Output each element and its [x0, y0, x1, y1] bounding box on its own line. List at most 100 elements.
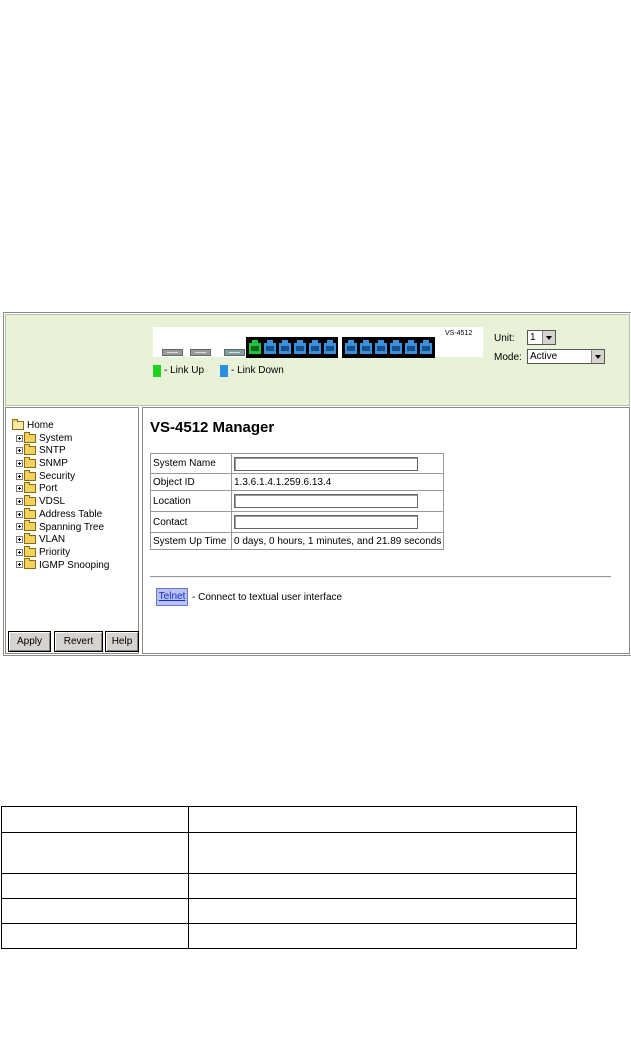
table-cell — [188, 873, 577, 899]
nav-home-label: Home — [27, 420, 54, 431]
expand-icon[interactable] — [16, 523, 23, 531]
system-up-time-label: System Up Time — [150, 532, 232, 550]
switch-front-panel: VS-4512 — [153, 327, 483, 358]
location-label: Location — [150, 490, 232, 512]
link-down-swatch — [220, 365, 228, 377]
table-cell — [188, 898, 577, 924]
location-field[interactable] — [234, 494, 418, 508]
table-row: Location — [150, 490, 445, 512]
expand-icon[interactable] — [16, 485, 23, 493]
table-row: System Up Time 0 days, 0 hours, 1 minute… — [150, 532, 445, 550]
table-cell — [1, 806, 189, 833]
nav-item-label: Security — [39, 470, 76, 482]
port-icon[interactable] — [375, 340, 387, 354]
mode-label: Mode: — [494, 352, 522, 363]
port-icon[interactable] — [345, 340, 357, 354]
legend-link-down: - Link Down — [220, 365, 284, 377]
object-id-value: 1.3.6.1.4.1.259.6.13.4 — [230, 473, 445, 491]
nav-item-label: System — [39, 432, 73, 444]
table-cell — [188, 832, 577, 874]
switch-banner: VS-4512 - Link Up - Link Down Unit: 1 Mo… — [5, 314, 630, 406]
expand-icon[interactable] — [16, 497, 23, 505]
nav-item-label: SNTP — [39, 445, 66, 457]
empty-document-table — [1, 806, 577, 949]
unit-label: Unit: — [494, 333, 515, 344]
apply-button[interactable]: Apply — [8, 631, 51, 652]
telnet-button[interactable]: Telnet — [156, 588, 188, 606]
nav-item-label: Priority — [39, 546, 71, 558]
location-cell — [230, 490, 445, 512]
unit-select[interactable]: 1 — [527, 330, 556, 345]
nav-item-igmp-snooping[interactable]: IGMP Snooping — [12, 558, 110, 573]
nav-item-label: VDSL — [39, 496, 66, 508]
expand-icon[interactable] — [16, 548, 23, 556]
help-button[interactable]: Help — [105, 631, 139, 652]
port-icon[interactable] — [405, 340, 417, 354]
port-icon[interactable] — [360, 340, 372, 354]
port-icon[interactable] — [294, 340, 306, 354]
port-icon[interactable] — [309, 340, 321, 354]
port-icon[interactable] — [264, 340, 276, 354]
folder-icon — [24, 469, 36, 481]
system-name-field[interactable] — [234, 456, 418, 471]
system-name-cell — [230, 453, 445, 474]
legend-link-up: - Link Up — [153, 365, 204, 377]
port-icon[interactable] — [249, 340, 261, 354]
expand-icon[interactable] — [16, 447, 23, 455]
system-name-label: System Name — [150, 453, 232, 474]
expand-icon[interactable] — [16, 434, 23, 442]
expand-icon[interactable] — [16, 459, 23, 467]
folder-icon — [24, 444, 36, 456]
port-icon[interactable] — [420, 340, 432, 354]
table-cell — [188, 923, 577, 949]
chevron-down-icon[interactable] — [591, 350, 604, 363]
table-cell — [1, 898, 189, 924]
legend-link-down-label: - Link Down — [231, 365, 284, 376]
nav-item-label: Port — [39, 483, 58, 495]
table-cell — [1, 873, 189, 899]
web-management-frame: VS-4512 - Link Up - Link Down Unit: 1 Mo… — [3, 312, 631, 656]
expand-icon[interactable] — [16, 561, 23, 569]
system-up-time-value: 0 days, 0 hours, 1 minutes, and 21.89 se… — [230, 532, 445, 550]
contact-field[interactable] — [234, 515, 418, 529]
expand-icon[interactable] — [16, 536, 23, 544]
mode-select[interactable]: Active — [527, 349, 605, 364]
table-row — [1, 898, 577, 924]
table-row — [1, 806, 577, 833]
folder-icon — [24, 545, 36, 557]
port-group-1 — [246, 337, 338, 358]
expand-icon[interactable] — [16, 472, 23, 480]
port-group-2 — [342, 337, 435, 358]
port-icon[interactable] — [324, 340, 336, 354]
nav-item-label: SNMP — [39, 458, 68, 470]
table-row — [1, 832, 577, 874]
port-icon[interactable] — [279, 340, 291, 354]
mode-value: Active — [530, 351, 558, 362]
nav-item-label: IGMP Snooping — [39, 559, 110, 571]
navigation-tree: Home System SNTP SNMP Security Port VDSL… — [5, 407, 139, 654]
folder-icon — [24, 558, 36, 570]
table-cell — [1, 923, 189, 949]
table-row: Contact — [150, 511, 445, 533]
sfp-port[interactable] — [190, 349, 211, 356]
folder-icon — [24, 494, 36, 506]
port-icon[interactable] — [390, 340, 402, 354]
sfp-port[interactable] — [162, 349, 183, 356]
chevron-down-icon[interactable] — [542, 331, 555, 344]
folder-icon — [24, 533, 36, 545]
object-id-label: Object ID — [150, 473, 232, 491]
folder-open-icon — [12, 418, 24, 430]
sfp-port[interactable] — [224, 349, 245, 356]
table-cell — [1, 832, 189, 874]
revert-button[interactable]: Revert — [54, 631, 103, 652]
expand-icon[interactable] — [16, 510, 23, 518]
table-row — [1, 873, 577, 899]
nav-item-label: Spanning Tree — [39, 521, 105, 533]
divider — [150, 576, 611, 578]
nav-item-label: VLAN — [39, 534, 66, 546]
telnet-description: - Connect to textual user interface — [192, 592, 343, 603]
legend-link-up-label: - Link Up — [164, 365, 205, 376]
table-row — [1, 923, 577, 949]
system-info-table: System Name Object ID 1.3.6.1.4.1.259.6.… — [150, 453, 445, 550]
table-cell — [188, 806, 577, 833]
